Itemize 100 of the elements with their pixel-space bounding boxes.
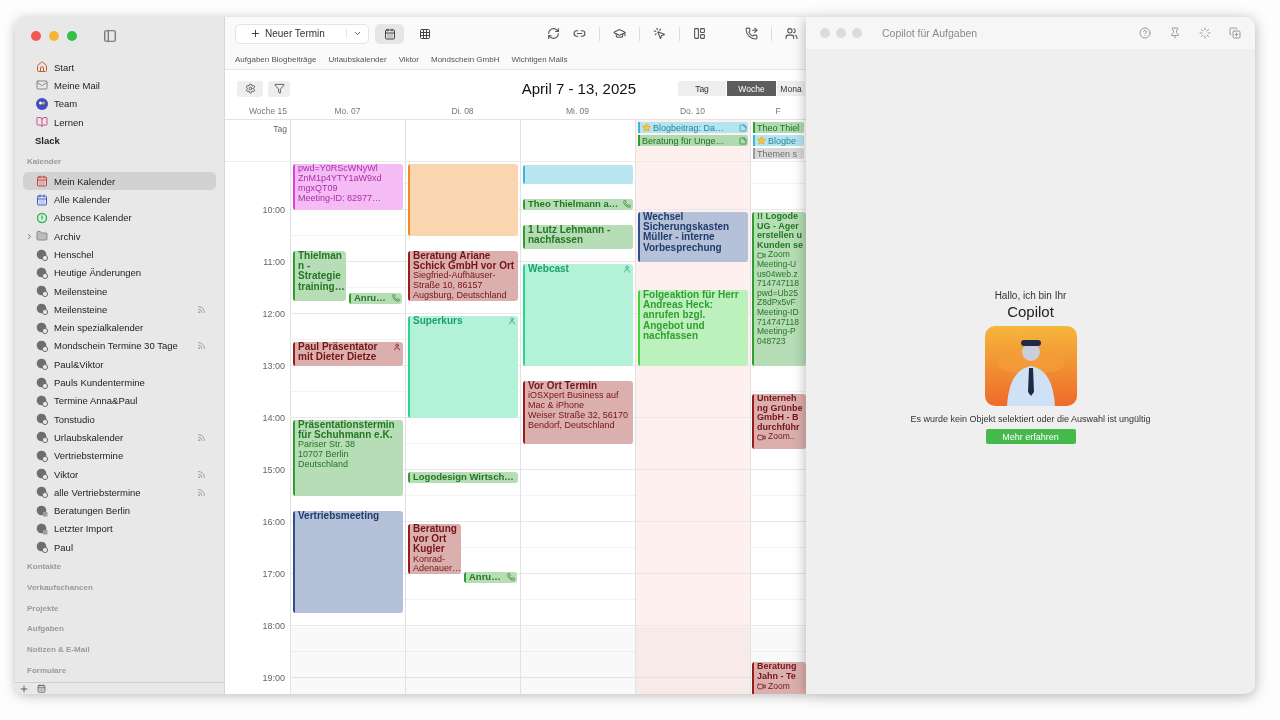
calendar-event[interactable]: !! Logode UG - Ager erstellen u Kunden se Zoom Meeting-U us04web.z 714747118 pwd=Ub25 Z8dPx5vF Meeting-ID 714747118 Meeting-P 048723 (752, 212, 806, 366)
favorite-link[interactable]: Viktor (398, 55, 419, 64)
calendar-list-item[interactable]: Meilensteine (23, 281, 216, 301)
calendar-list-item[interactable]: Mein Kalender (23, 172, 216, 191)
zoom-button[interactable] (67, 31, 77, 41)
settings-button[interactable] (237, 80, 263, 97)
pointer-click-icon[interactable] (653, 27, 666, 40)
calendar-list-item[interactable]: Paul (23, 538, 216, 557)
hour-label: 10:00 (262, 205, 285, 215)
link-icon[interactable] (573, 27, 586, 40)
calendar-list-item[interactable]: Meilensteine (23, 300, 216, 319)
calendar-event[interactable]: Theo Thielmann a… (523, 199, 633, 210)
event-details: Meeting-U us04web.z 714747118 pwd=Ub25 Z8dPx5vF Meeting-ID 714747118 Meeting-P 048723 (757, 259, 800, 347)
calendar-event[interactable]: Paul Präsentator mit Dieter Dietze (293, 342, 403, 366)
calendar-list-item[interactable]: Viktor (23, 464, 216, 484)
graduation-cap-icon[interactable] (613, 27, 626, 40)
view-mode-tab[interactable]: Tag (678, 81, 726, 96)
help-icon[interactable] (1139, 27, 1151, 39)
day-header: Do. 10 (678, 105, 706, 116)
sidebar-item[interactable]: Team (23, 94, 216, 113)
filter-button[interactable] (268, 80, 290, 97)
calendar-view-button[interactable] (375, 23, 404, 44)
loader-icon[interactable] (1199, 27, 1211, 39)
chevron-down-icon[interactable] (346, 29, 362, 38)
view-mode-tab[interactable]: Woche (727, 81, 776, 96)
calendar-list-item[interactable]: Vertriebstermine (23, 446, 216, 465)
sidebar-item[interactable]: Lernen (23, 112, 216, 132)
video-label: Zoom.. (768, 432, 795, 442)
video-label: Zoom (768, 681, 790, 692)
favorite-link[interactable]: Urlaubskalender (328, 55, 387, 64)
calendar-event[interactable]: Vertriebsmeeting (293, 511, 403, 613)
event-title: !! Logode UG - Ager erstellen u Kunden se (757, 212, 804, 251)
calendar-event[interactable]: Anru… (464, 571, 517, 583)
favorite-link[interactable]: Mondschein GmbH (431, 55, 500, 64)
close-button[interactable] (31, 31, 41, 41)
calendar-list-item[interactable]: Mein spezialkalender (23, 318, 216, 337)
sidebar-item[interactable]: Meine Mail (23, 76, 216, 95)
calendar-event[interactable]: 1 Lutz Lehmann - nachfassen (523, 225, 633, 249)
calendar-event[interactable]: Thielman n - Strategie training… (293, 251, 346, 301)
calendar-event[interactable]: Anru… (349, 292, 402, 304)
phone-icon (623, 200, 631, 208)
calendar-list-item[interactable]: Henschel (23, 245, 216, 264)
calendar-list-item[interactable]: Paul&Viktor (23, 355, 216, 374)
calendar-list-item[interactable]: Heutige Änderungen (23, 263, 216, 282)
sidebar-toggle-icon[interactable] (103, 29, 117, 43)
calendar-list-item[interactable]: Termine Anna&Paul (23, 391, 216, 411)
calendar-list-item[interactable]: Beratungen Berlin (23, 501, 216, 520)
video-icon (757, 681, 766, 691)
calendar-list-item[interactable]: Urlaubskalender (23, 428, 216, 447)
calendar-list-item[interactable]: Pauls Kundentermine (23, 373, 216, 392)
people-icon[interactable] (785, 27, 798, 40)
calendar-event[interactable]: pwd=Y0RScWNyWl ZnM1p4YTY1aW9xd mgxQT09 Meeting-ID: 82977… (293, 164, 403, 210)
event-title: Blogbe (768, 135, 798, 146)
new-window-icon[interactable] (1229, 27, 1241, 39)
user-calendar-icon (35, 376, 48, 390)
disclosure-chevron-icon[interactable] (25, 231, 34, 241)
hour-label: 17:00 (262, 569, 285, 579)
event-details: Siegfried-Aufhäuser-Straße 10, 86157 Augsburg, Deutschland (413, 271, 508, 301)
calendar-list-item[interactable]: alle Vertriebstermine (23, 483, 216, 502)
view-mode-tab[interactable]: Mona (777, 81, 805, 96)
event-title: Paul Präsentator mit Dieter Dietze (298, 342, 379, 363)
add-icon[interactable] (19, 683, 29, 694)
sidebar-item[interactable]: Slack (23, 131, 216, 150)
phone-forward-icon[interactable] (745, 27, 758, 40)
calendar-event[interactable]: Beratung Ariane Schick GmbH vor Ort Siegfried-Aufhäuser-Straße 10, 86157 Augsburg, Deutschland (408, 251, 518, 301)
event-title: Beratung Jahn - Te (757, 662, 798, 682)
pin-icon[interactable] (1169, 27, 1181, 39)
user-calendar-icon (35, 357, 48, 371)
user-calendar-icon (35, 467, 48, 481)
all-day-event[interactable]: Beratung für Unge… (638, 135, 748, 146)
video-icon (757, 250, 766, 260)
calendar-list-item[interactable]: Archiv (23, 227, 216, 246)
layout-icon[interactable] (693, 27, 706, 40)
calendar-event[interactable]: Unterneh ng Grünbe GmbH - B durchführ Zoom.. (752, 394, 806, 450)
calendar-list-item[interactable]: Letzter Import (23, 519, 216, 539)
person-icon (508, 317, 516, 325)
calendar-list-item[interactable]: Alle Kalender (23, 190, 216, 209)
calendar-list-item[interactable]: Mondschein Termine 30 Tage (23, 336, 216, 356)
folder-icon (35, 229, 48, 243)
calendar-icon[interactable] (37, 684, 46, 693)
calendar-event[interactable]: Beratung Jahn - Te Zoom (752, 662, 806, 694)
all-day-event[interactable]: Themen s (753, 148, 804, 159)
user-calendar-icon (35, 430, 48, 444)
user-calendar-icon (35, 412, 48, 426)
calendar-list-item[interactable]: Absence Kalender (23, 208, 216, 228)
event-details: pwd=Y0RScWNyWl ZnM1p4YTY1aW9xd mgxQT09 Meeting-ID: 82977… (298, 164, 383, 204)
calendar-event[interactable]: Wechsel Sicherungskasten Müller - interne Vorbesprechung (638, 212, 748, 262)
day-header: Mi. 09 (564, 105, 591, 116)
refresh-icon[interactable] (547, 27, 560, 40)
user-calendar-icon (35, 248, 48, 261)
new-appointment-button[interactable]: Neuer Termin (235, 23, 369, 44)
sidebar-item[interactable]: Start (23, 58, 216, 77)
house-icon (35, 60, 48, 74)
calendar-list-item[interactable]: Tonstudio (23, 410, 216, 429)
favorite-link[interactable]: Aufgaben Blogbeiträge (235, 55, 317, 64)
day-header: Mo. 07 (333, 105, 362, 116)
favorite-link[interactable]: Wichtigen Mails (511, 55, 568, 64)
calendar-event[interactable]: Präsentationstermin für Schuhmann e.K. Pariser Str. 38 10707 Berlin Deutschland (293, 420, 403, 496)
calendar-event[interactable]: Beratung vor Ort Kugler Konrad- Adenauer… (408, 524, 461, 574)
calendar-event[interactable]: Vor Ort Termin iOSXpert Business auf Mac & iPhone Weiser Straße 32, 56170 Bendorf, Deutschland (523, 381, 633, 444)
